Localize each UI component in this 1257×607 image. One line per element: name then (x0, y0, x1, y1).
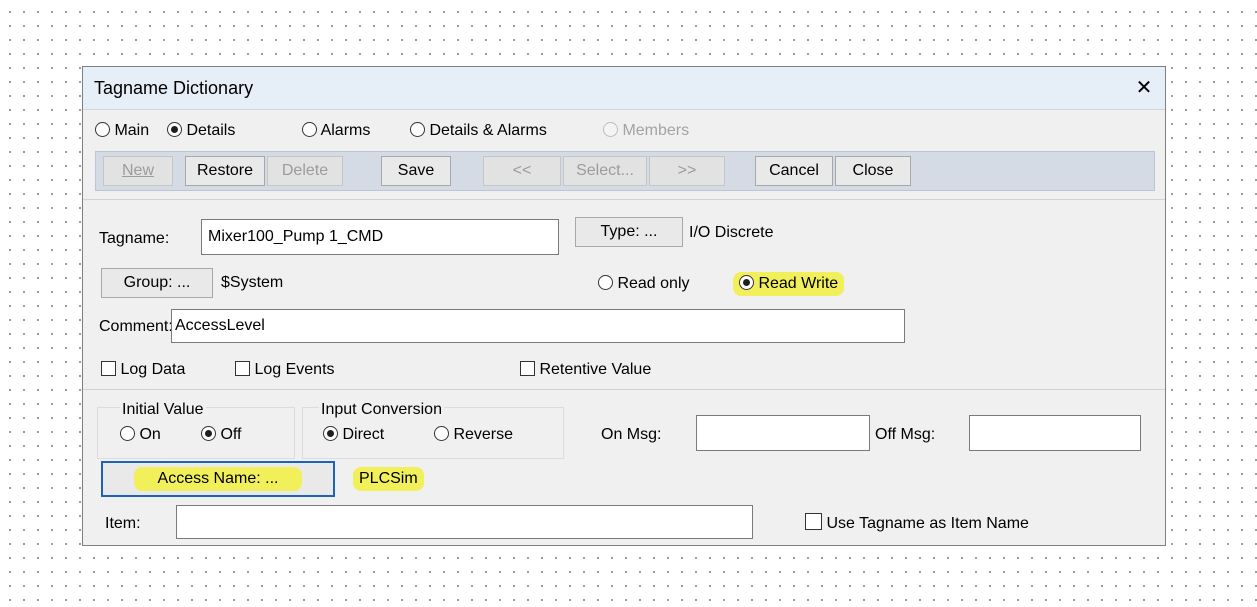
checkbox-retentive-value-label: Retentive Value (539, 361, 652, 378)
tagname-input[interactable]: Mixer100_Pump 1_CMD (201, 219, 559, 255)
type-value: I/O Discrete (689, 224, 774, 241)
initial-value-title: Initial Value (120, 401, 206, 419)
restore-button[interactable]: Restore (185, 156, 265, 186)
radio-direct-icon (323, 426, 338, 441)
radio-main-icon (95, 122, 110, 137)
toolbar: New Restore Delete Save << Select... >> … (95, 151, 1155, 191)
radio-details-label: Details (186, 122, 236, 139)
checkbox-log-events[interactable]: Log Events (235, 361, 335, 379)
next-button: >> (649, 156, 725, 186)
radio-details[interactable]: Details (167, 122, 235, 140)
tagname-value: Mixer100_Pump 1_CMD (208, 228, 384, 245)
previous-button: << (483, 156, 561, 186)
radio-details-alarms-label: Details & Alarms (429, 122, 547, 139)
comment-input[interactable]: AccessLevel (171, 309, 905, 343)
checkbox-log-data-label: Log Data (120, 361, 186, 378)
radio-members-icon (603, 122, 618, 137)
new-button: New (103, 156, 173, 186)
comment-label: Comment: (99, 318, 173, 335)
access-name-button-label: Access Name: ... (133, 467, 303, 491)
off-msg-label: Off Msg: (875, 426, 936, 443)
on-msg-label: On Msg: (601, 426, 662, 443)
access-name-value: PLCSim (353, 467, 424, 491)
toolbar-separator (83, 199, 1165, 200)
options-separator (83, 389, 1165, 390)
checkbox-log-events-icon (235, 361, 250, 376)
radio-details-alarms[interactable]: Details & Alarms (410, 122, 547, 140)
checkbox-use-tagname-label: Use Tagname as Item Name (826, 515, 1029, 532)
title-bar: Tagname Dictionary ✕ (83, 67, 1165, 110)
checkbox-retentive-value[interactable]: Retentive Value (520, 361, 651, 379)
radio-initial-off[interactable]: Off (201, 426, 242, 444)
checkbox-use-tagname[interactable]: Use Tagname as Item Name (805, 513, 1029, 533)
cancel-button[interactable]: Cancel (755, 156, 833, 186)
radio-reverse-label: Reverse (453, 426, 514, 443)
save-button[interactable]: Save (381, 156, 451, 186)
radio-initial-on-label: On (139, 426, 161, 443)
radio-members: Members (603, 122, 689, 140)
item-input[interactable] (176, 505, 753, 539)
radio-initial-off-label: Off (220, 426, 242, 443)
radio-initial-on[interactable]: On (120, 426, 161, 444)
radio-main-label: Main (114, 122, 150, 139)
radio-alarms-label: Alarms (320, 122, 371, 139)
close-icon[interactable]: ✕ (1131, 75, 1157, 99)
delete-button: Delete (267, 156, 343, 186)
dialog-title: Tagname Dictionary (94, 78, 254, 98)
close-button[interactable]: Close (835, 156, 911, 186)
radio-read-only-label: Read only (617, 275, 690, 292)
radio-reverse[interactable]: Reverse (434, 426, 513, 444)
radio-initial-off-icon (201, 426, 216, 441)
radio-alarms-icon (302, 122, 317, 137)
radio-main[interactable]: Main (95, 122, 149, 140)
checkbox-log-events-label: Log Events (254, 361, 335, 378)
tagname-label: Tagname: (99, 230, 170, 247)
radio-members-label: Members (622, 122, 690, 139)
type-button[interactable]: Type: ... (575, 217, 683, 247)
checkbox-use-tagname-icon (805, 513, 822, 530)
radio-details-icon (167, 122, 182, 137)
on-msg-input[interactable] (696, 415, 870, 451)
radio-details-alarms-icon (410, 122, 425, 137)
radio-alarms[interactable]: Alarms (302, 122, 370, 140)
off-msg-input[interactable] (969, 415, 1141, 451)
checkbox-log-data-icon (101, 361, 116, 376)
group-value: $System (221, 274, 284, 291)
group-button[interactable]: Group: ... (101, 268, 213, 298)
checkbox-log-data[interactable]: Log Data (101, 361, 185, 379)
radio-reverse-icon (434, 426, 449, 441)
radio-direct-label: Direct (342, 426, 385, 443)
radio-read-write-icon (739, 275, 754, 290)
radio-initial-on-icon (120, 426, 135, 441)
radio-read-only[interactable]: Read only (598, 275, 690, 293)
radio-read-only-icon (598, 275, 613, 290)
tagname-dictionary-dialog: Tagname Dictionary ✕ Main Details Alarms… (82, 66, 1166, 546)
comment-value: AccessLevel (175, 317, 265, 334)
radio-read-write[interactable]: Read Write (733, 272, 845, 296)
radio-direct[interactable]: Direct (323, 426, 384, 444)
checkbox-retentive-value-icon (520, 361, 535, 376)
item-label: Item: (105, 515, 141, 532)
select-button: Select... (563, 156, 647, 186)
radio-read-write-label: Read Write (758, 275, 839, 292)
input-conversion-title: Input Conversion (319, 401, 444, 419)
access-name-button[interactable]: Access Name: ... (101, 461, 335, 497)
